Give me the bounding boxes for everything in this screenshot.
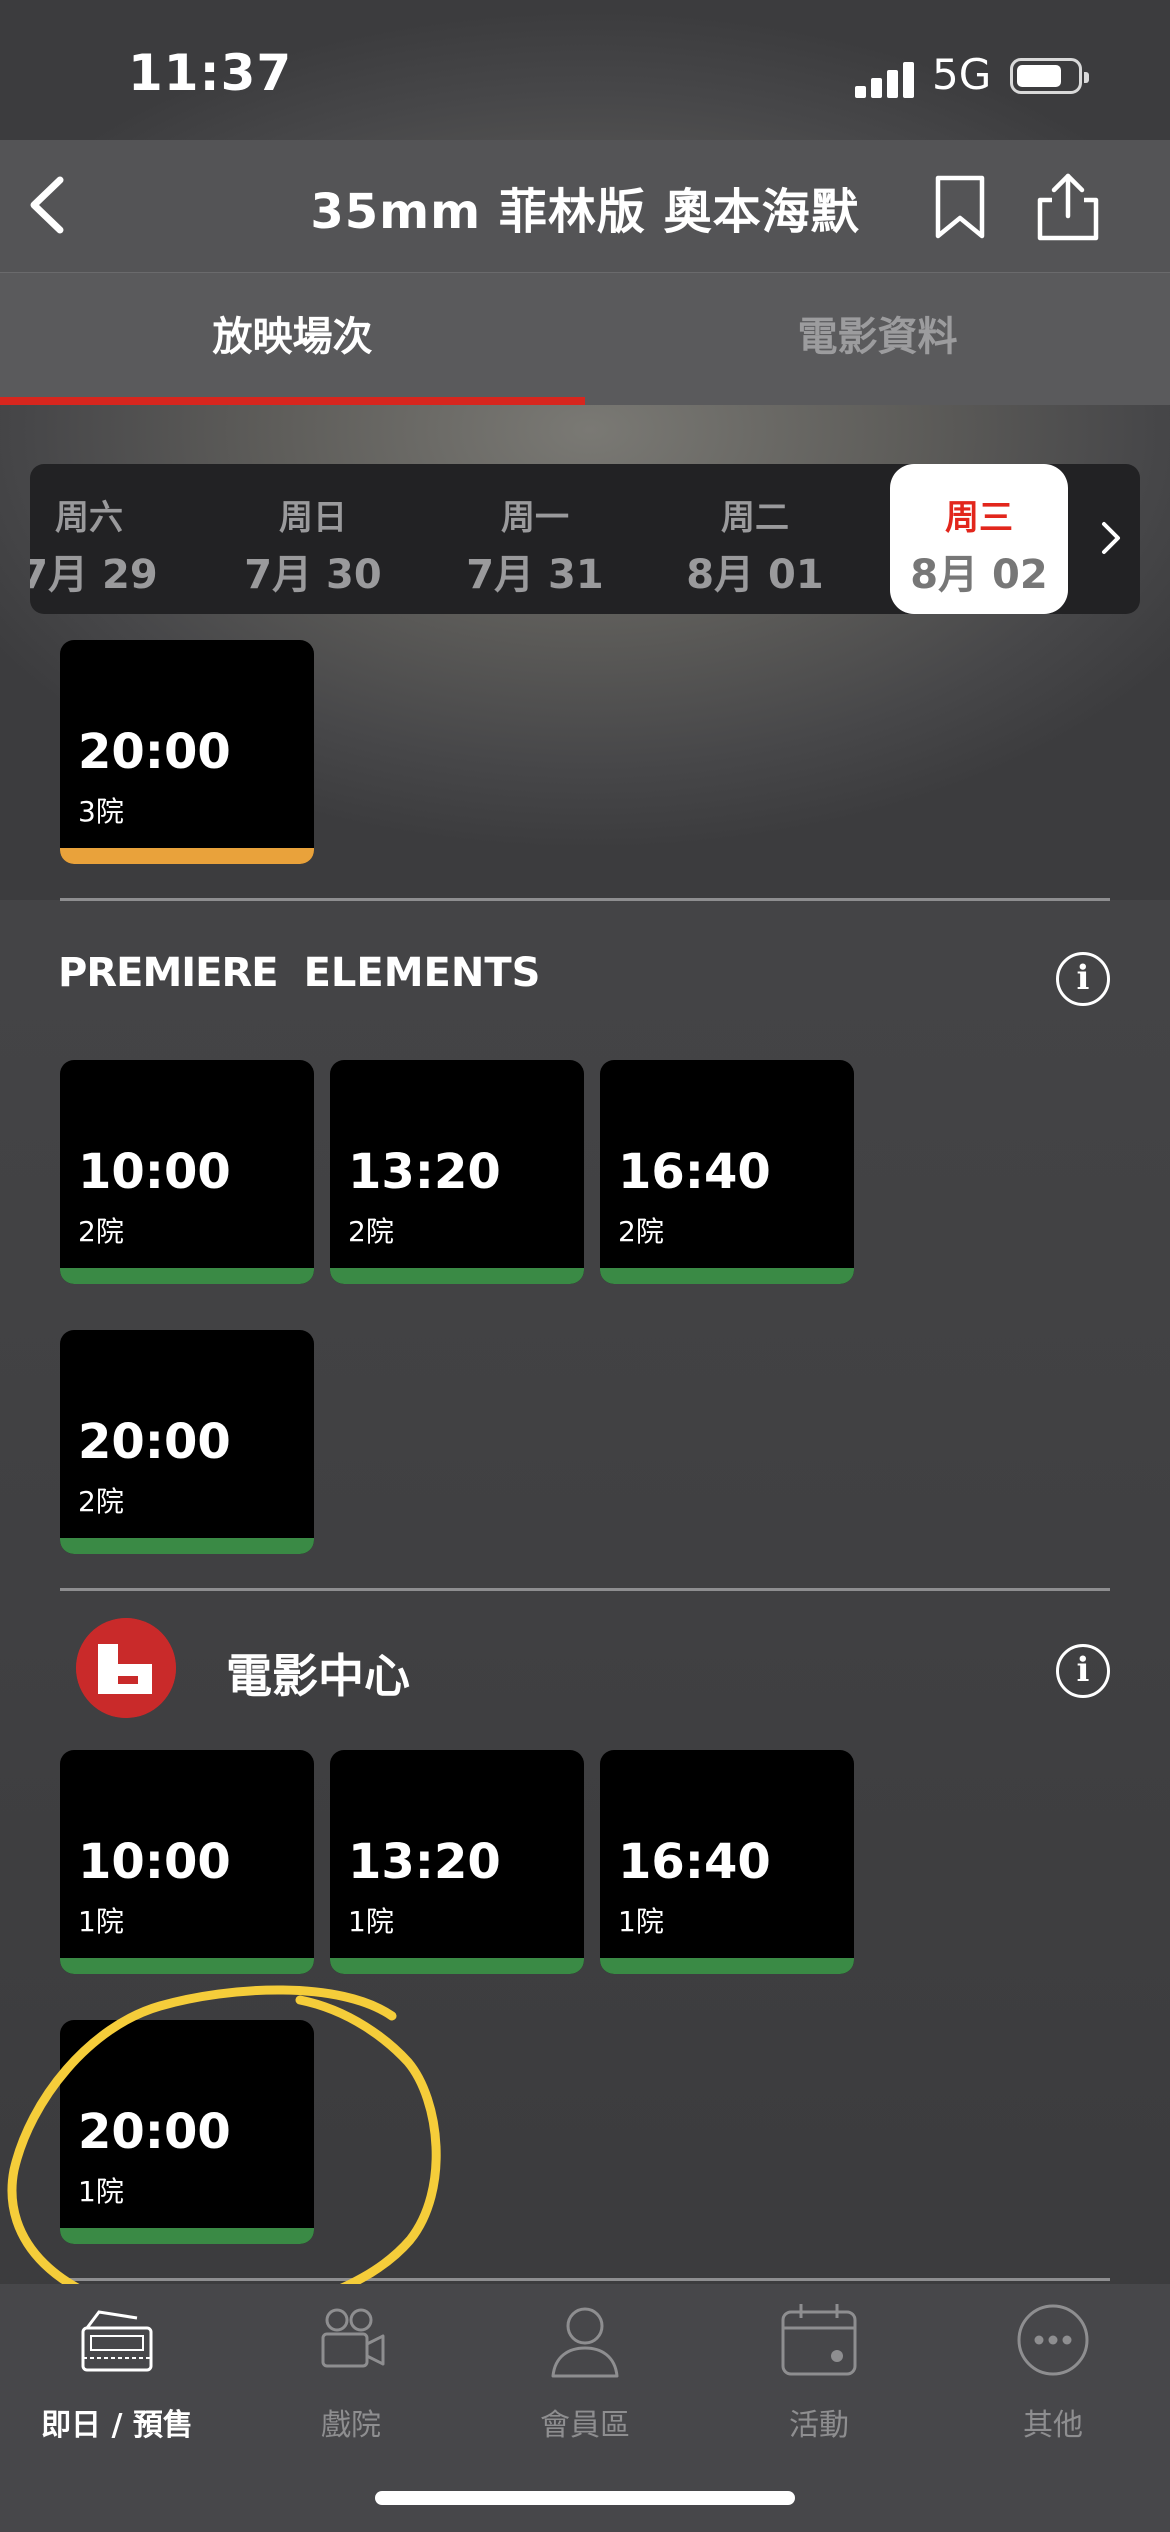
info-icon[interactable]: i [1056, 952, 1110, 1006]
tabbar-label: 戲院 [321, 2408, 381, 2443]
status-time: 11:37 [128, 44, 293, 102]
tabbar-label: 即日 / 預售 [41, 2408, 193, 2443]
cinema-name: 電影中心 [226, 1649, 410, 1703]
showtime-card[interactable]: 10:00 1院 [60, 1750, 314, 1974]
home-indicator [375, 2491, 795, 2505]
showtime-card[interactable]: 13:20 1院 [330, 1750, 584, 1974]
showtime-card[interactable]: 16:40 1院 [600, 1750, 854, 1974]
camera-icon [321, 2308, 385, 2368]
calendar-icon [781, 2304, 857, 2376]
showtime-card[interactable]: 13:20 2院 [330, 1060, 584, 1284]
availability-bar [60, 1268, 314, 1284]
tabbar-label: 其他 [1023, 2408, 1083, 2443]
date-item-selected[interactable]: 周三 8月 02 [890, 464, 1068, 614]
active-tab-indicator [0, 397, 585, 405]
ticket-icon [81, 2310, 153, 2372]
share-icon[interactable] [1030, 170, 1106, 244]
showtime-card[interactable]: 10:00 2院 [60, 1060, 314, 1284]
info-icon[interactable]: i [1056, 1644, 1110, 1698]
showtime-card[interactable]: 20:00 2院 [60, 1330, 314, 1554]
date-item[interactable]: 周二 8月 01 [666, 464, 844, 614]
showtime-card[interactable]: 20:00 3院 [60, 640, 314, 864]
date-item[interactable]: 周一 7月 31 [446, 464, 624, 614]
availability-bar [60, 848, 314, 864]
chevron-right-icon[interactable] [1090, 516, 1130, 560]
cinema-logo-icon [76, 1618, 176, 1718]
showtime-card[interactable]: 16:40 2院 [600, 1060, 854, 1284]
date-selector: 周六 7月 29 周日 7月 30 周一 7月 31 周二 8月 01 周三 8月 02 [30, 464, 1140, 614]
more-icon [1017, 2304, 1089, 2376]
tab-movie-info[interactable]: 電影資料 [585, 273, 1170, 401]
section-divider [60, 1588, 1110, 1591]
battery-icon [1010, 58, 1089, 94]
section-divider [60, 898, 1110, 901]
network-type: 5G [932, 50, 992, 99]
availability-bar [60, 1958, 314, 1974]
date-item[interactable]: 周六 7月 29 [30, 464, 178, 614]
page-title: 35mm 菲林版 奧本海默 [310, 184, 860, 240]
availability-bar [330, 1268, 584, 1284]
availability-bar [600, 1958, 854, 1974]
tabbar-label: 活動 [789, 2408, 849, 2443]
signal-icon [855, 60, 915, 98]
person-icon [551, 2307, 619, 2378]
tab-showtimes[interactable]: 放映場次 [0, 273, 585, 401]
segment-tabs: 放映場次 電影資料 [0, 272, 1170, 405]
bookmark-icon[interactable] [930, 172, 990, 242]
availability-bar [600, 1268, 854, 1284]
cinema-logo-premiere-elements: PREMIERE ELEMENTS [58, 950, 541, 996]
date-item[interactable]: 周日 7月 30 [224, 464, 402, 614]
availability-bar [330, 1958, 584, 1974]
tabbar-label: 會員區 [540, 2408, 630, 2443]
availability-bar [60, 1538, 314, 1554]
